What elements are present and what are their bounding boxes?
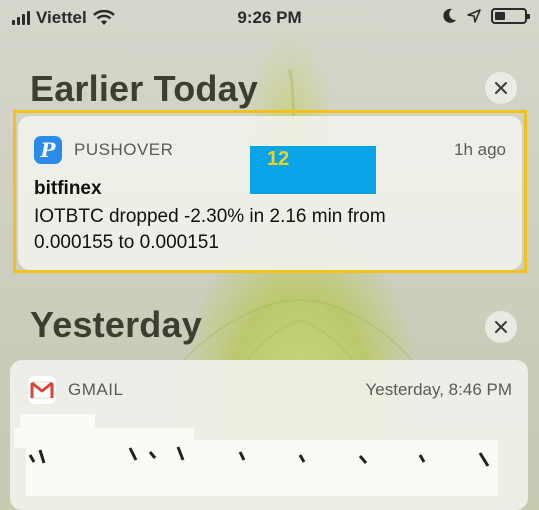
moon-icon <box>443 8 456 23</box>
clear-yesterday-button[interactable] <box>485 311 517 343</box>
close-icon <box>495 321 507 333</box>
overlay-label: 12 <box>250 146 376 194</box>
clear-earlier-today-button[interactable] <box>485 72 517 104</box>
app-name: GMAIL <box>68 380 124 399</box>
status-bar: Viettel 9:26 PM <box>0 0 539 36</box>
location-arrow-icon <box>467 9 481 23</box>
notification-time: Yesterday, 8:46 PM <box>365 380 512 399</box>
section-title-earlier-today: Earlier Today <box>30 68 259 109</box>
redaction-block <box>26 440 498 496</box>
close-icon <box>495 82 507 94</box>
status-right <box>443 8 530 24</box>
battery-icon <box>491 8 530 24</box>
section-title-yesterday: Yesterday <box>30 304 202 345</box>
gmail-icon <box>28 376 56 404</box>
notification-header: GMAIL Yesterday, 8:46 PM <box>28 376 512 404</box>
